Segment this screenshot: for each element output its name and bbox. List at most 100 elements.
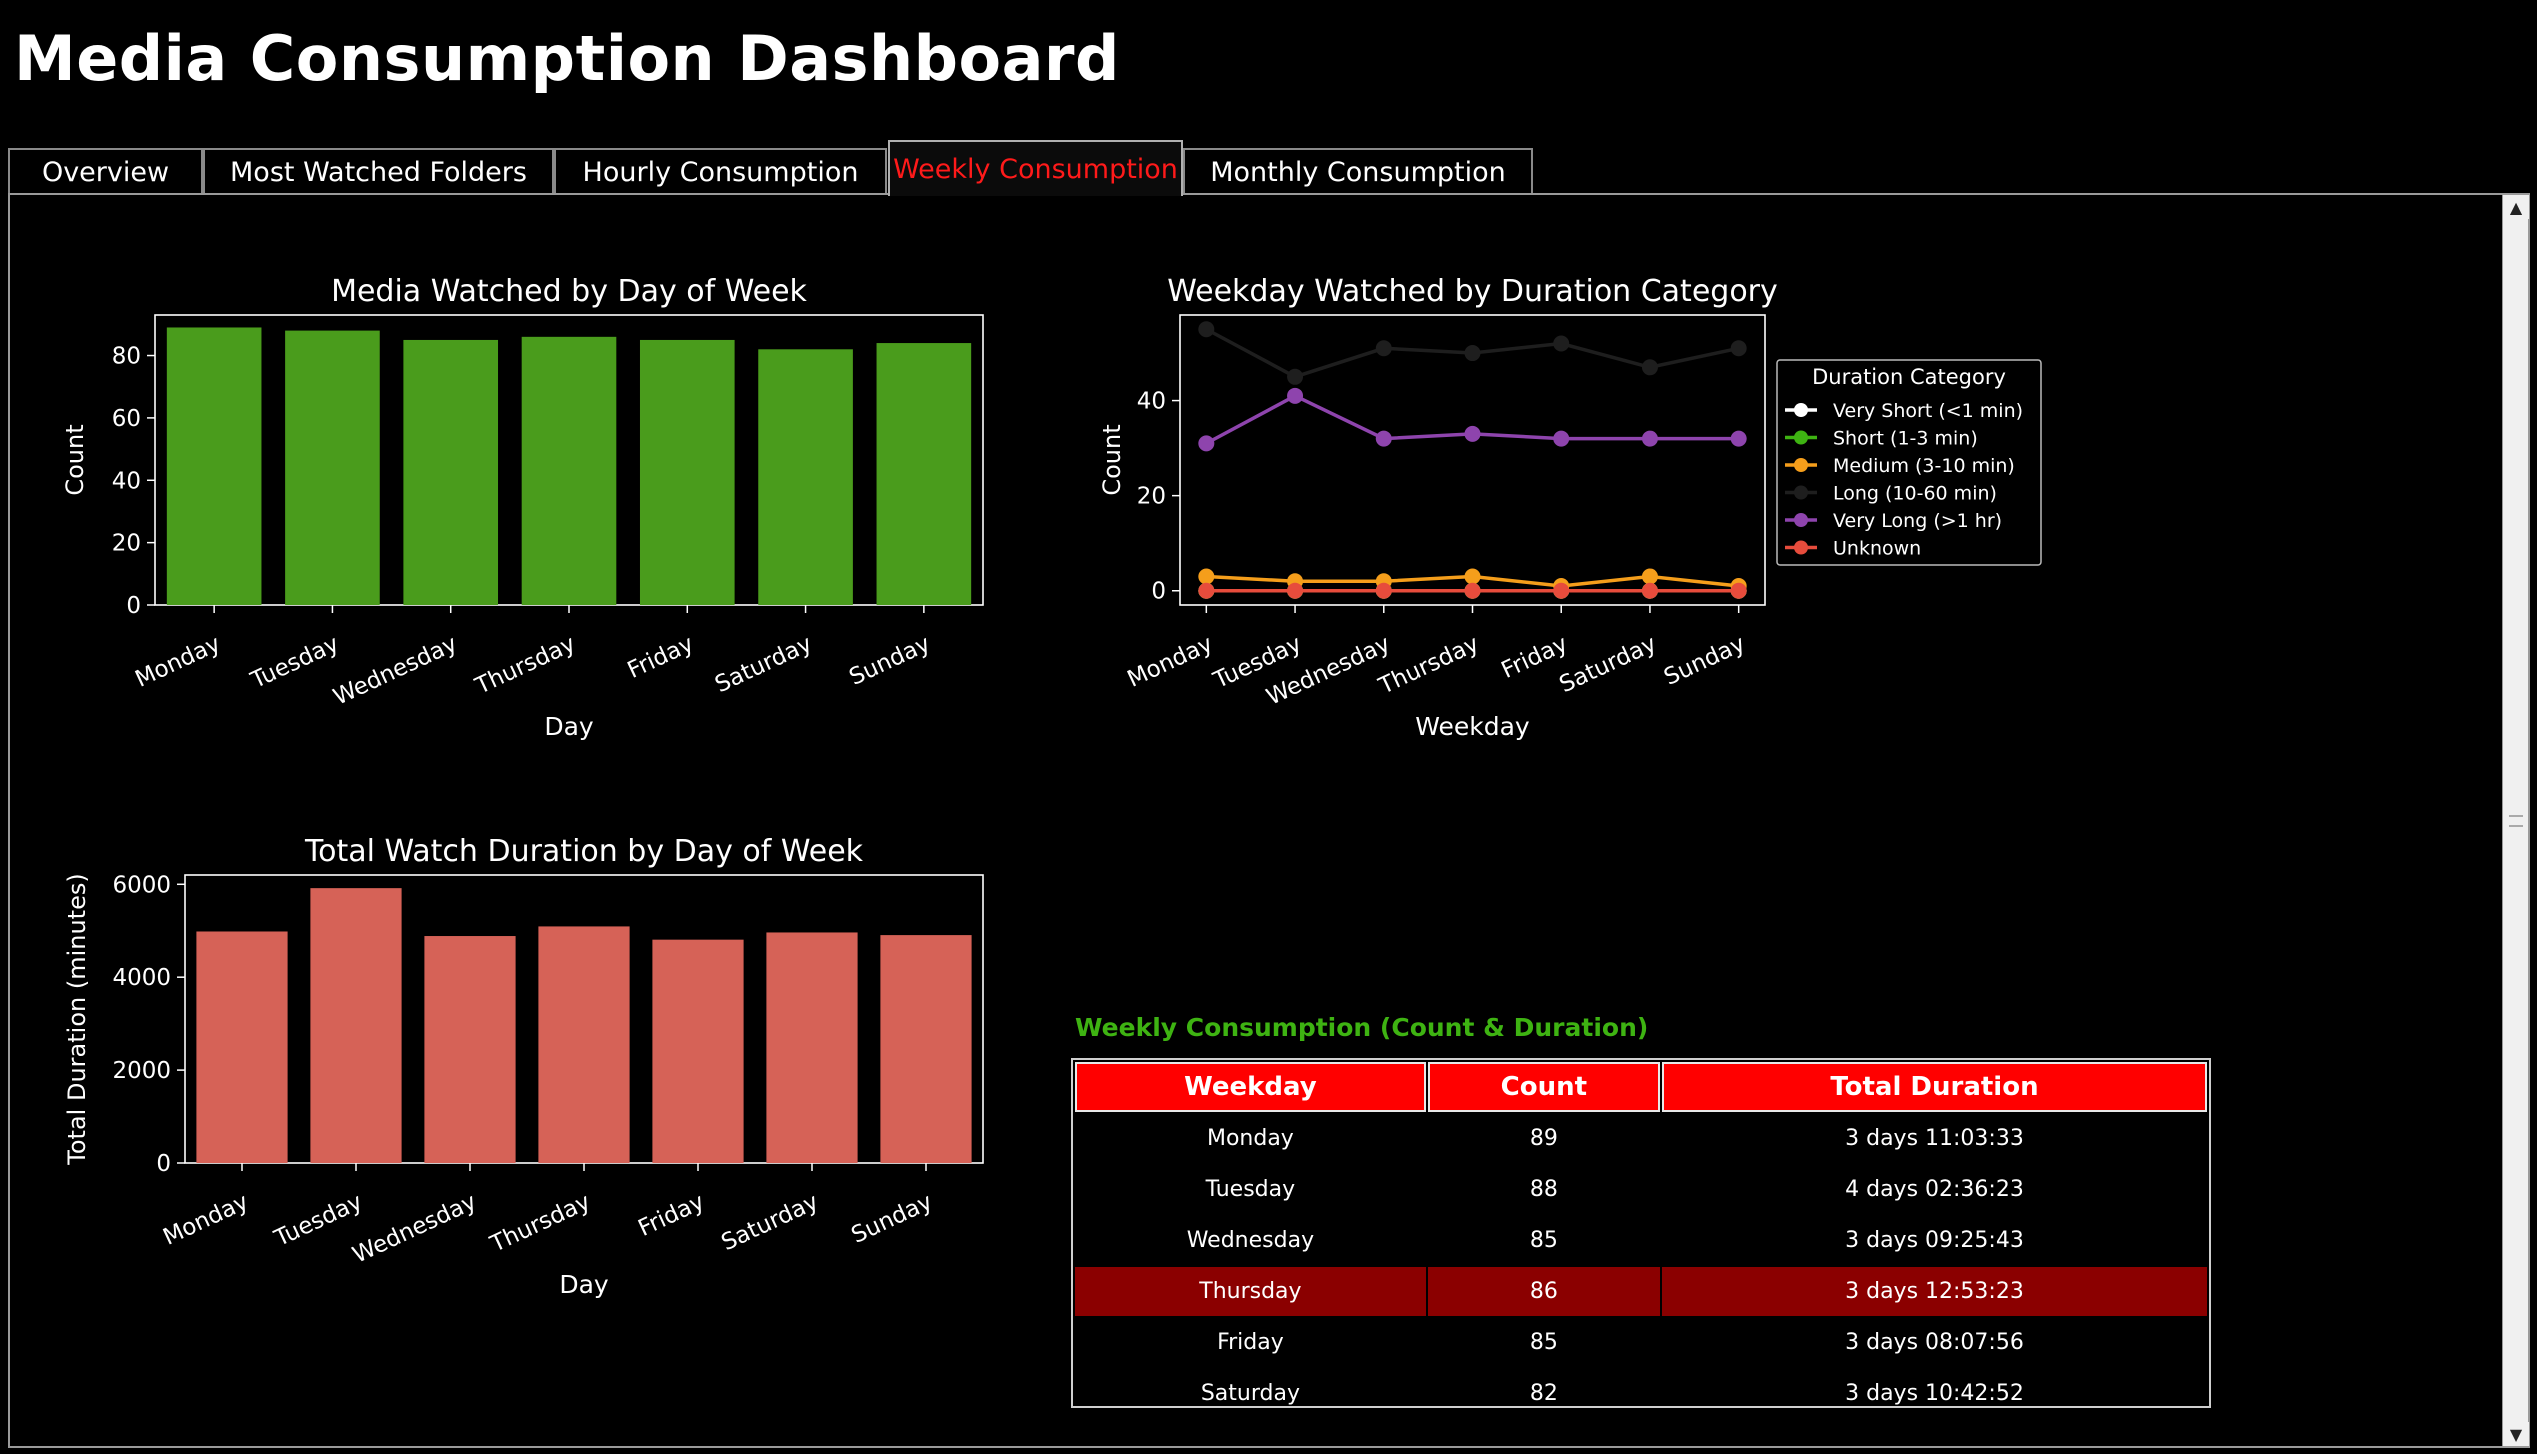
bar (758, 349, 853, 605)
chart-duration-category: Weekday Watched by Duration Category 0 20 4… (1098, 274, 2042, 741)
x-tick-label: Sunday (848, 1189, 937, 1249)
cell-weekday: Monday (1206, 1126, 1294, 1151)
table-row[interactable]: Wednesday 85 3 days 09:25:43 (1075, 1216, 2207, 1265)
y-axis-label: Count (61, 424, 89, 495)
bar (285, 330, 380, 605)
x-tick-label: Saturday (1556, 631, 1661, 698)
scrollbar-grip[interactable] (2509, 815, 2523, 827)
column-header-count[interactable]: Count (1427, 1062, 1660, 1112)
tab-most-watched-folders[interactable]: Most Watched Folders (203, 148, 554, 194)
legend-marker (1794, 540, 1808, 555)
data-point (1375, 430, 1392, 447)
cell-weekday: Thursday (1075, 1267, 1426, 1316)
chart-title: Weekday Watched by Duration Category (1167, 274, 1778, 309)
data-point (1287, 582, 1304, 599)
data-point (1198, 582, 1215, 599)
x-tick-label: Saturday (718, 1189, 823, 1256)
legend-label: Very Short (<1 min) (1833, 400, 2023, 422)
column-header-total-duration[interactable]: Total Duration (1661, 1062, 2207, 1112)
x-axis-label: Day (559, 1270, 609, 1299)
bar (538, 926, 630, 1163)
cell-weekday: Friday (1217, 1330, 1284, 1355)
x-tick-label: Wednesday (330, 631, 462, 711)
table-row-selected[interactable]: Thursday 86 3 days 12:53:23 (1075, 1267, 2207, 1316)
bar (639, 339, 735, 605)
arrow-up-icon[interactable]: ▲ (2503, 195, 2529, 219)
cell-count: 88 (1529, 1177, 1558, 1202)
y-tick-label: 20 (1137, 484, 1166, 510)
chart-title: Media Watched by Day of Week (331, 274, 807, 309)
table-row[interactable]: Tuesday 88 4 days 02:36:23 (1075, 1165, 2207, 1214)
legend-marker (1794, 403, 1808, 417)
legend-title: Duration Category (1812, 365, 2006, 389)
data-point (1287, 387, 1304, 404)
data-point (1730, 582, 1747, 599)
legend-label: Long (10-60 min) (1833, 483, 1997, 505)
bar (310, 888, 402, 1163)
cell-count: 85 (1529, 1228, 1558, 1253)
x-tick-label: Friday (624, 631, 698, 684)
cell-weekday: Tuesday (1205, 1177, 1296, 1202)
y-tick-label: 0 (156, 1151, 171, 1177)
y-tick-label: 2000 (112, 1058, 171, 1084)
data-point (1464, 425, 1481, 442)
data-point (1553, 430, 1570, 447)
x-tick-label: Friday (634, 1189, 708, 1242)
table-row[interactable]: Saturday 82 3 days 10:42:52 (1075, 1369, 2207, 1406)
column-header-weekday[interactable]: Weekday (1075, 1062, 1426, 1112)
data-point (1464, 345, 1481, 362)
x-tick-label: Thursday (471, 631, 580, 700)
arrow-down-icon[interactable]: ▼ (2503, 1422, 2529, 1446)
tab-weekly-consumption[interactable]: Weekly Consumption (888, 140, 1183, 196)
x-tick-label: Monday (159, 1189, 252, 1251)
legend-marker (1794, 513, 1808, 527)
x-tick-label: Saturday (711, 631, 816, 698)
x-tick-label: Wednesday (349, 1189, 481, 1269)
tab-monthly-consumption[interactable]: Monthly Consumption (1183, 148, 1533, 194)
bar (652, 939, 744, 1163)
y-tick-label: 6000 (112, 872, 171, 898)
x-tick-label: Sunday (845, 631, 934, 691)
legend-label: Unknown (1833, 538, 1921, 560)
vertical-scrollbar[interactable]: ▲ ▼ (2502, 195, 2529, 1446)
weekly-table[interactable]: Weekday Count Total Duration Monday 89 3… (1073, 1060, 2209, 1406)
table-row[interactable]: Friday 85 3 days 08:07:56 (1075, 1318, 2207, 1367)
data-point (1641, 582, 1658, 599)
data-point (1464, 568, 1481, 585)
bar (403, 339, 499, 605)
x-axis-label: Weekday (1415, 712, 1530, 741)
y-tick-label: 20 (112, 531, 141, 557)
legend-marker (1794, 458, 1808, 472)
cell-total-duration: 3 days 08:07:56 (1845, 1330, 2024, 1355)
table-row[interactable]: Monday 89 3 days 11:03:33 (1075, 1114, 2207, 1163)
weekly-consumption-panel: Media Watched by Day of Week 0 20 40 60 80 Mon… (8, 193, 2530, 1448)
bar (880, 935, 972, 1163)
x-tick-label: Sunday (1660, 631, 1749, 691)
chart-title: Total Watch Duration by Day of Week (304, 834, 864, 869)
x-tick-label: Thursday (486, 1189, 595, 1258)
bar (766, 932, 858, 1163)
data-point (1198, 435, 1215, 452)
y-tick-label: 40 (112, 468, 141, 494)
cell-total-duration: 3 days 11:03:33 (1845, 1126, 2024, 1151)
y-tick-label: 40 (1137, 389, 1166, 415)
weekly-table-caption: Weekly Consumption (Count & Duration) (1075, 1013, 1649, 1042)
weekly-table-container[interactable]: Weekday Count Total Duration Monday 89 3… (1071, 1058, 2211, 1408)
x-tick-label: Monday (1124, 631, 1217, 693)
x-axis-label: Day (544, 712, 594, 741)
cell-count: 89 (1529, 1126, 1558, 1151)
legend-marker (1794, 430, 1808, 445)
y-axis-label: Count (1098, 424, 1126, 495)
data-point (1730, 430, 1747, 447)
x-tick-label: Monday (131, 631, 224, 693)
legend-marker (1794, 485, 1808, 500)
data-point (1287, 368, 1304, 385)
tab-hourly-consumption[interactable]: Hourly Consumption (554, 148, 887, 194)
table-header-row: Weekday Count Total Duration (1075, 1062, 2207, 1112)
chart-media-by-day: Media Watched by Day of Week 0 20 40 60 80 Mon… (61, 274, 984, 741)
cell-count: 82 (1529, 1381, 1558, 1406)
tab-overview[interactable]: Overview (8, 148, 203, 194)
data-point (1553, 582, 1570, 599)
y-tick-label: 0 (1151, 579, 1166, 605)
cell-weekday: Saturday (1200, 1381, 1300, 1406)
